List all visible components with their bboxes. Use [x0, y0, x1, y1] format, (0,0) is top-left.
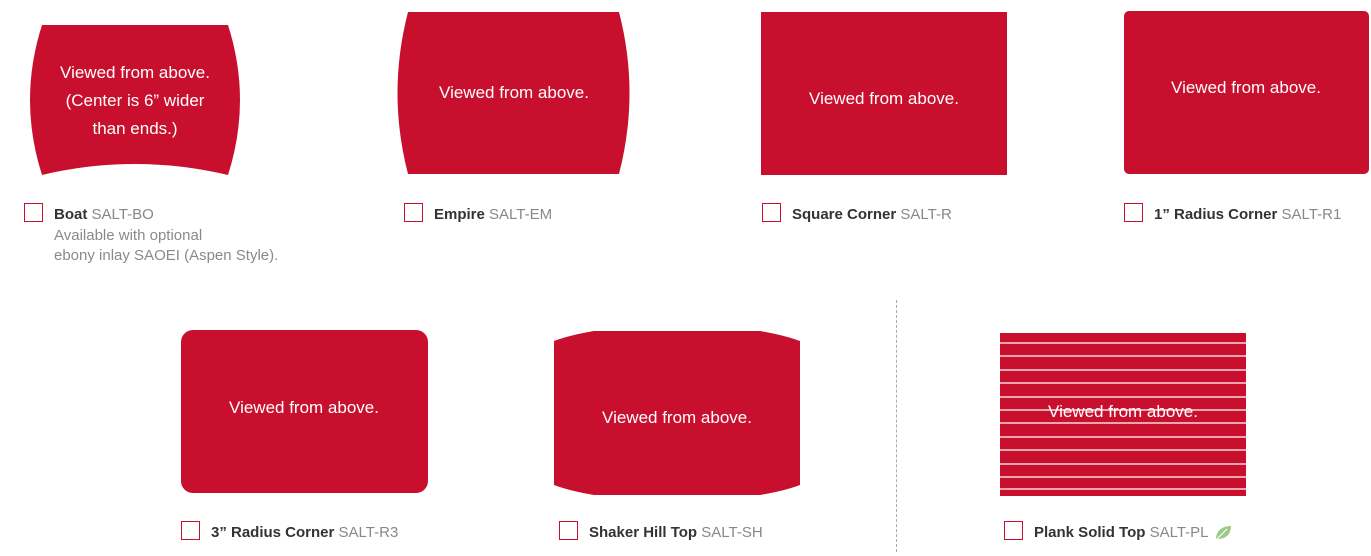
empire-code: SALT-EM: [489, 206, 553, 223]
plank-solid-top-shape: Viewed from above.: [1000, 333, 1246, 496]
radius-3-corner-caption: Viewed from above.: [229, 398, 379, 417]
plank-solid-top-caption: Viewed from above.: [1048, 402, 1198, 421]
boat-checkbox[interactable]: [24, 203, 43, 222]
radius-3-corner-label: 3” Radius Corner SALT-R3: [211, 523, 398, 542]
radius-1-corner-caption: Viewed from above.: [1171, 78, 1321, 97]
boat-note: Available with optional ebony inlay SAOE…: [54, 226, 278, 266]
shaker-hill-top-code: SALT-SH: [701, 524, 763, 541]
boat-code: SALT-BO: [91, 206, 154, 223]
radius-1-corner-name: 1” Radius Corner: [1154, 206, 1278, 223]
radius-1-corner-code: SALT-R1: [1281, 206, 1342, 223]
radius-3-corner-name: 3” Radius Corner: [211, 524, 335, 541]
square-corner-label: Square Corner SALT-R: [792, 205, 952, 224]
boat-caption-line-2: (Center is 6” wider: [66, 91, 205, 110]
square-corner-checkbox[interactable]: [762, 203, 781, 222]
empire-name: Empire: [434, 206, 485, 223]
radius-1-corner-label: 1” Radius Corner SALT-R1: [1154, 205, 1341, 224]
shaker-hill-top-name: Shaker Hill Top: [589, 524, 698, 541]
shaker-hill-top-shape: Viewed from above.: [554, 331, 800, 495]
plank-solid-top-label: Plank Solid Top SALT-PL: [1034, 523, 1232, 542]
empire-top-shape: Viewed from above.: [397, 12, 630, 174]
square-corner-code: SALT-R: [900, 206, 952, 223]
boat-note-line-2: ebony inlay SAOEI (Aspen Style).: [54, 247, 279, 264]
empire-caption: Viewed from above.: [439, 83, 589, 102]
radius-1-corner-checkbox[interactable]: [1124, 203, 1143, 222]
shaker-hill-top-label: Shaker Hill Top SALT-SH: [589, 523, 763, 542]
leaf-icon: [1215, 526, 1232, 541]
empire-checkbox[interactable]: [404, 203, 423, 222]
shaker-hill-top-caption: Viewed from above.: [602, 408, 752, 427]
plank-solid-top-code: SALT-PL: [1149, 524, 1208, 541]
shaker-hill-top-checkbox[interactable]: [559, 521, 578, 540]
boat-note-line-1: Available with optional: [54, 227, 203, 244]
radius-1-corner-top-shape: Viewed from above.: [1124, 11, 1369, 174]
boat-caption-line-1: Viewed from above.: [60, 63, 210, 82]
plank-solid-top-name: Plank Solid Top: [1034, 524, 1146, 541]
section-divider: [896, 300, 897, 552]
empire-label: Empire SALT-EM: [434, 205, 552, 224]
square-corner-name: Square Corner: [792, 206, 897, 223]
radius-3-corner-code: SALT-R3: [338, 524, 399, 541]
radius-3-corner-top-shape: Viewed from above.: [181, 330, 428, 493]
square-corner-caption: Viewed from above.: [809, 89, 959, 108]
plank-solid-top-checkbox[interactable]: [1004, 521, 1023, 540]
boat-caption-line-3: than ends.): [92, 119, 177, 138]
square-corner-top-shape: Viewed from above.: [761, 12, 1007, 175]
boat-label: Boat SALT-BO: [54, 205, 154, 224]
boat-name: Boat: [54, 206, 88, 223]
radius-3-corner-checkbox[interactable]: [181, 521, 200, 540]
boat-top-shape: Viewed from above. (Center is 6” wider t…: [30, 25, 240, 175]
